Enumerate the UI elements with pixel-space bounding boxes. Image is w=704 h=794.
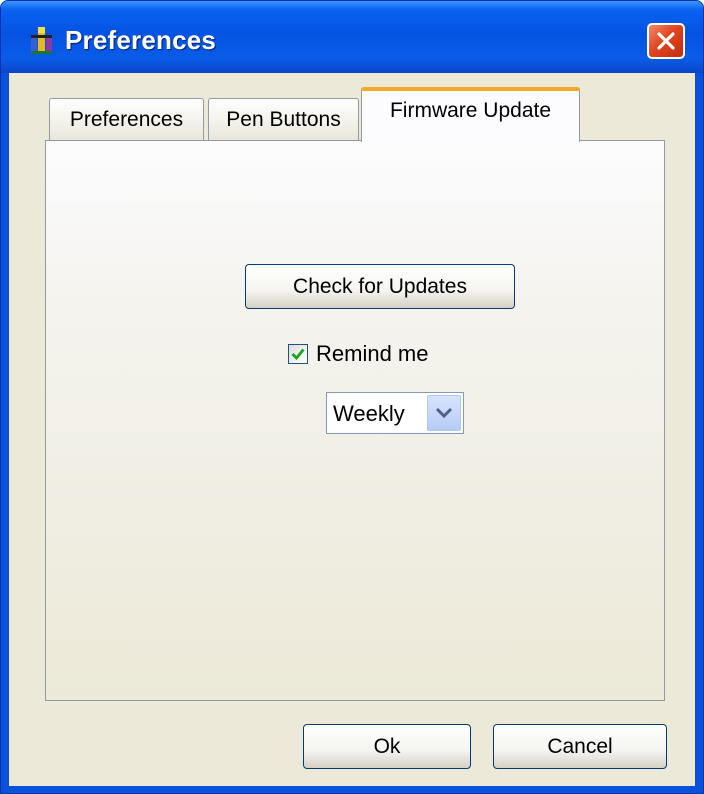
close-button[interactable]	[647, 23, 685, 59]
ok-button[interactable]: Ok	[303, 724, 471, 769]
window-title: Preferences	[65, 25, 217, 55]
tab-firmware-update[interactable]: Firmware Update	[361, 87, 580, 142]
title-bar[interactable]: Preferences	[1, 1, 703, 73]
chevron-down-icon	[435, 407, 453, 419]
cancel-button[interactable]: Cancel	[493, 724, 667, 769]
tab-preferences[interactable]: Preferences	[49, 98, 204, 141]
dropdown-arrow-button[interactable]	[427, 395, 461, 431]
pen-app-icon	[31, 27, 52, 54]
check-for-updates-button[interactable]: Check for Updates	[245, 264, 515, 309]
checkmark-icon	[291, 348, 305, 361]
dialog-body: Preferences Pen Buttons Firmware Update …	[9, 73, 695, 786]
remind-me-label: Remind me	[316, 341, 429, 366]
remind-me-option[interactable]: Remind me	[288, 341, 428, 367]
tab-panel-firmware-update: Check for Updates Remind me Weekly	[45, 140, 665, 701]
reminder-frequency-value: Weekly	[333, 401, 405, 426]
preferences-window: Preferences Preferences Pen Buttons Firm…	[0, 0, 704, 794]
tab-pen-buttons[interactable]: Pen Buttons	[208, 98, 359, 141]
reminder-frequency-dropdown[interactable]: Weekly	[326, 392, 464, 434]
remind-me-checkbox[interactable]	[288, 344, 308, 364]
close-icon	[657, 32, 675, 50]
